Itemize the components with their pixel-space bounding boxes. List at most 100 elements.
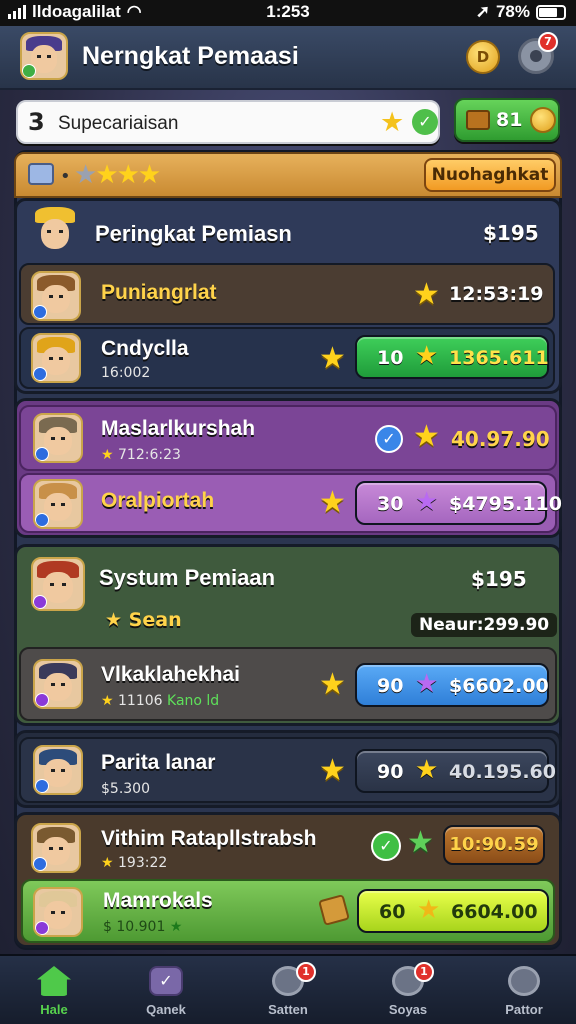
nav-item-search[interactable]: Satten 1 [238,962,338,1022]
score-pill[interactable]: 60 ★ 6604.00 [357,889,549,933]
nav-label: Qanek [146,1002,186,1017]
nav-item-home[interactable]: Hale [4,962,104,1022]
table-row[interactable]: Mamrokals $ 10.901 ★ 60 ★ 6604.00 [21,879,555,943]
player-subtitle: 16:002 [101,365,151,381]
app-header: Nerngkat Pemaasi D 7 [0,26,576,90]
player-subtitle: ★ 11106 Kano ld [101,693,220,709]
section-vithim: Vithim Ratapllstrabsh ★ 193:22 ✓ ★ 10:90… [14,812,562,948]
search-glyph-icon: 3 [28,108,45,136]
score-count: 30 [377,493,404,515]
star-icon: ★ [105,609,123,631]
nav-item-social[interactable]: Soyas 1 [358,962,458,1022]
rank-filter-button[interactable]: Nuohaghkat [424,158,556,192]
score-value: 40.195.60 [449,761,556,783]
nav-label: Hale [40,1002,68,1017]
star-icon: ★ [319,341,346,376]
table-row[interactable]: Puniangrlat ★ 12:53:19 [19,263,555,325]
section-title: Systum Pemiaan [99,565,276,590]
star-icon: ★ [413,277,440,312]
section-value: $195 [471,567,527,591]
section-systum: Systum Pemiaan $195 ★ Sean Neaur:299.90 … [14,544,562,726]
section-peringkat: Peringkat Pemiasn $195 Puniangrlat ★ 12:… [14,198,562,394]
star-icon: ★ [413,419,440,454]
player-name: Maslarlkurshah [101,417,256,440]
nav-notification-badge: 1 [296,962,316,982]
notification-badge: 7 [538,32,558,52]
player-avatar [33,745,83,795]
player-name: Puniangrlat [101,281,217,304]
nav-label: Satten [268,1002,308,1017]
trophy-icon [28,163,54,185]
chest-value: 81 [496,109,523,131]
checklist-icon: ✓ [149,966,183,996]
reward-pill[interactable]: 10:90.59 [443,825,545,865]
star-icon: ★ [415,341,439,371]
table-row[interactable]: Maslarlkurshah ★ 712:6:23 ✓ ★ 40.97.90 [19,405,557,471]
player-time: 12:53:19 [449,283,544,305]
status-right: ➚ 78% [476,0,566,24]
verified-check-icon: ✓ [371,831,401,861]
player-value: 40.97.90 [451,427,550,451]
nav-item-profile[interactable]: Pattor [474,962,574,1022]
score-count: 90 [377,761,404,783]
battery-icon [536,4,566,20]
player-avatar [33,887,83,937]
score-count: 90 [377,675,404,697]
score-pill[interactable]: 30 ★ $4795.110 [355,481,562,525]
score-pill[interactable]: 90 ★ 40.195.60 [355,749,556,793]
score-pill[interactable]: 90 ★ $6602.00 [355,663,549,707]
star-icon: ★ [415,669,439,699]
score-value: $4795.110 [449,493,562,515]
profile-icon [508,966,540,996]
score-value: $6602.00 [449,675,549,697]
player-avatar [33,479,83,529]
chest-counter-button[interactable]: 81 [454,98,560,142]
app-root: lldoagalilat ◠ 1:253 ➚ 78% Nerngkat Pema… [0,0,576,1024]
player-subtitle: ★ 712:6:23 [101,447,181,463]
star-icon: ★ [415,487,439,517]
score-count: 60 [379,901,406,923]
section-parita: Parita lanar $5.300 ★ 90 ★ 40.195.60 [14,730,562,808]
star-icon: ★ [101,855,114,871]
page-title: Nerngkat Pemaasi [82,42,299,70]
season-label: ★ Sean [105,609,182,631]
player-avatar [31,333,81,383]
nearby-value: Neaur:299.90 [411,613,558,637]
section-title: Vithim Ratapllstrabsh [101,827,317,850]
player-name: Mamrokals [103,889,213,912]
star-icon: ★ [415,755,439,785]
nav-label: Soyas [388,1002,428,1017]
section-hero-avatar [31,207,79,255]
coin-button[interactable]: D [466,40,500,74]
chest-icon [466,110,490,130]
nav-notification-badge: 1 [414,962,434,982]
score-pill[interactable]: 10 ★ 1365.611 [355,335,549,379]
section-hero-avatar [31,823,81,873]
section-hero-avatar [31,557,85,611]
star-icon: ★ [101,447,114,463]
table-row[interactable]: Oralpiortah ★ 30 ★ $4795.110 [19,473,562,533]
table-row[interactable]: Cndyclla 16:002 ★ 10 ★ 1365.611 [19,327,555,389]
nav-item-quest[interactable]: ✓ Qanek [116,962,216,1022]
profile-avatar[interactable] [20,32,68,80]
search-bar[interactable]: 3 Supecariaisan ★ ✓ [16,100,440,144]
star-icon: ★ [319,667,346,702]
location-icon: ➚ [475,2,490,21]
home-icon [37,966,71,996]
verified-check-icon[interactable]: ✓ [412,109,438,135]
gold-coin-icon [530,107,556,133]
favorite-star-icon[interactable]: ★ [380,107,404,138]
score-count: 10 [377,347,404,369]
player-subtitle: $ 10.901 ★ [103,919,183,935]
search-input[interactable]: Supecariaisan [58,113,178,135]
nav-label: Pattor [505,1002,543,1017]
section-value: $195 [483,221,539,245]
bottom-nav: Hale ✓ Qanek Satten 1 Soyas 1 Pattor [0,954,576,1024]
section-title: Peringkat Pemiasn [95,221,292,246]
table-row[interactable]: Parita lanar $5.300 ★ 90 ★ 40.195.60 [19,737,557,803]
player-name: Parita lanar [101,751,216,774]
rating-stars: ★★★★ [74,160,161,190]
table-row[interactable]: Vlkaklahekhai ★ 11106 Kano ld ★ 90 ★ $66… [19,647,557,721]
score-value: 6604.00 [451,901,538,923]
star-icon: ★ [101,693,114,709]
